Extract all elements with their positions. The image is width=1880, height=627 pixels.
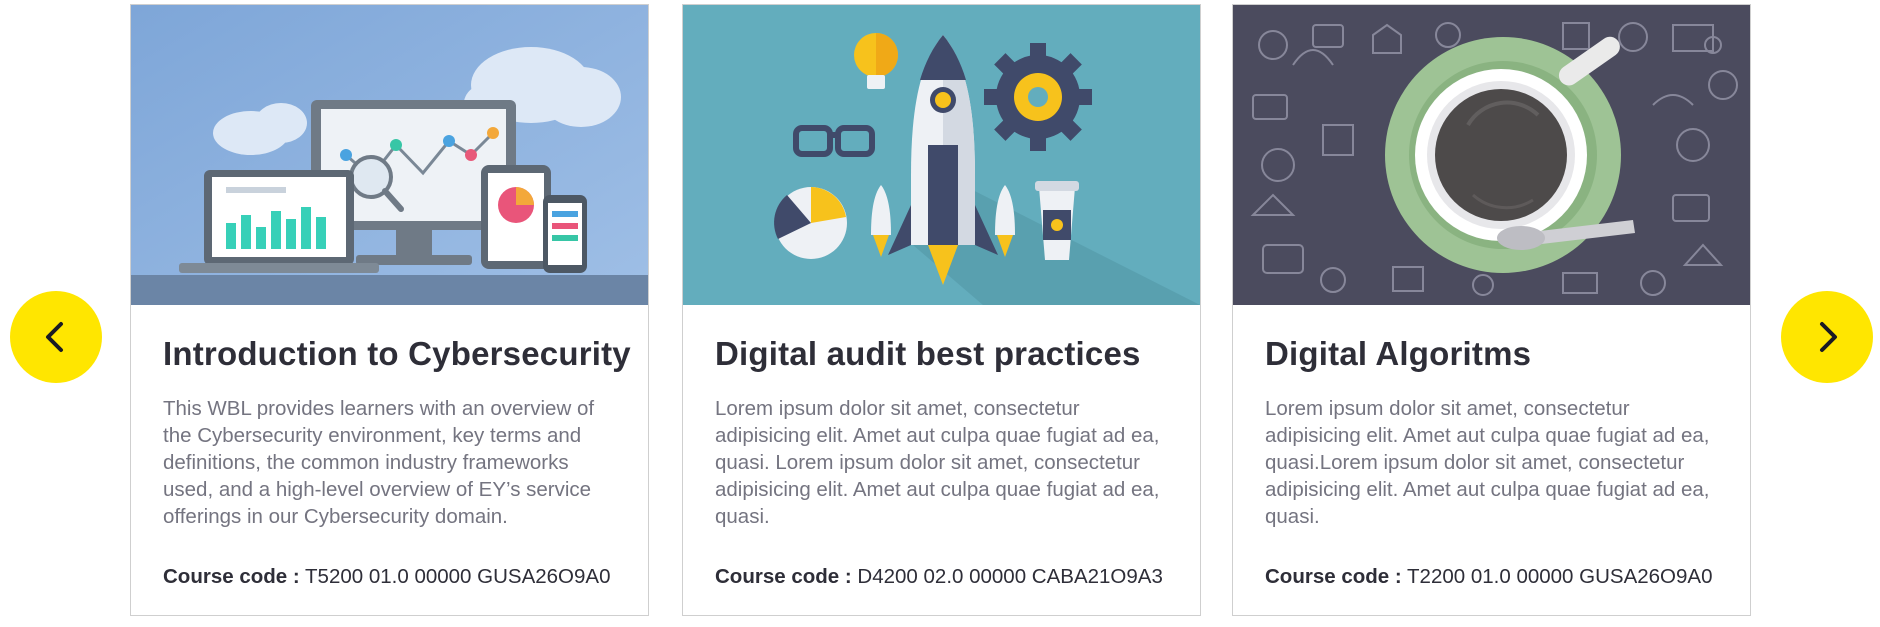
course-title[interactable]: Digital Algoritms (1265, 335, 1725, 373)
course-description: Lorem ipsum dolor sit amet, consectetur … (715, 397, 1160, 528)
course-code: Course code : T2200 01.0 00000 GUSA26O9A… (1265, 565, 1712, 589)
chevron-left-icon (46, 322, 63, 352)
course-title[interactable]: Digital audit best practices (715, 335, 1175, 373)
course-code-value: T5200 01.0 00000 GUSA26O9A0 (305, 565, 611, 588)
course-card[interactable]: Digital audit best practices Lorem ipsum… (682, 4, 1201, 616)
course-code: Course code : D4200 02.0 00000 CABA21O9A… (715, 565, 1163, 589)
course-title[interactable]: Introduction to Cybersecurity (163, 335, 631, 373)
prev-button[interactable] (10, 291, 102, 383)
course-description: This WBL provides learners with an overv… (163, 397, 595, 528)
course-thumbnail-rocket (683, 5, 1200, 305)
next-button[interactable] (1781, 291, 1873, 383)
course-card[interactable]: Digital Algoritms Lorem ipsum dolor sit … (1232, 4, 1751, 616)
course-thumbnail-coffee (1233, 5, 1750, 305)
course-code-label: Course code : (1265, 565, 1402, 588)
course-description: Lorem ipsum dolor sit amet, consectetur … (1265, 397, 1710, 528)
chevron-right-icon (1820, 322, 1837, 352)
course-carousel: Introduction to Cybersecurity This WBL p… (0, 0, 1880, 627)
course-code-value: D4200 02.0 00000 CABA21O9A3 (857, 565, 1163, 588)
course-code: Course code : T5200 01.0 00000 GUSA26O9A… (163, 565, 610, 589)
course-code-value: T2200 01.0 00000 GUSA26O9A0 (1407, 565, 1713, 588)
course-code-label: Course code : (163, 565, 300, 588)
course-card[interactable]: Introduction to Cybersecurity This WBL p… (130, 4, 649, 616)
course-thumbnail-devices (131, 5, 648, 305)
course-code-label: Course code : (715, 565, 852, 588)
